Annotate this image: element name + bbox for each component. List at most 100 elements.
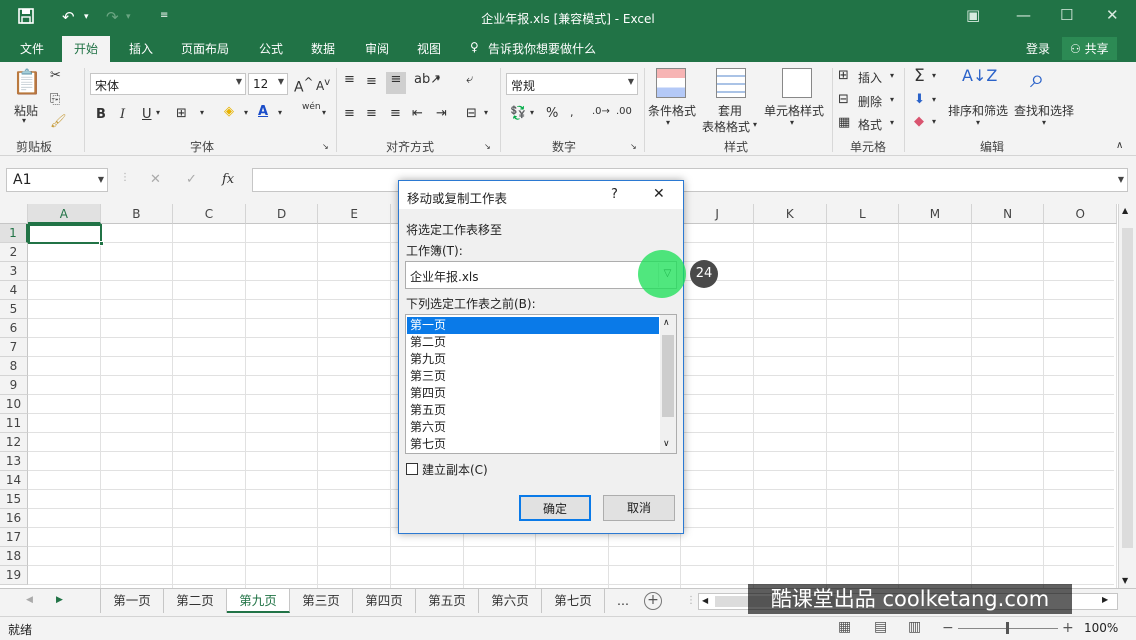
delete-dropdown-icon[interactable]: ▾ <box>890 95 894 104</box>
copy-checkbox-label[interactable]: 建立副本(C) <box>422 461 488 478</box>
workbook-select[interactable]: 企业年报.xls ▽ <box>405 261 677 289</box>
grow-font-icon[interactable]: A^ <box>294 75 313 96</box>
row-header-5[interactable]: 5 <box>0 300 28 319</box>
row-header-14[interactable]: 14 <box>0 471 28 490</box>
vertical-scrollbar[interactable]: ▲ ▼ <box>1118 204 1136 588</box>
sort-filter-icon[interactable]: A↓Z <box>962 66 997 85</box>
list-scroll-down-icon[interactable]: ∨ <box>663 439 670 449</box>
more-sheets-button[interactable]: ... <box>605 589 641 613</box>
scroll-left-icon[interactable]: ◀ <box>702 596 708 605</box>
splitter-icon[interactable]: ⋮ <box>120 172 130 183</box>
borders-dropdown-icon[interactable]: ▾ <box>200 108 204 117</box>
percent-style-button[interactable]: % <box>546 106 558 121</box>
find-select-button[interactable]: 查找和选择 <box>1014 102 1074 119</box>
scroll-down-icon[interactable]: ▼ <box>1122 576 1128 585</box>
expand-formula-icon[interactable]: ▼ <box>1118 175 1124 184</box>
clear-dropdown-icon[interactable]: ▾ <box>932 117 936 126</box>
font-color-icon[interactable]: A <box>258 104 268 119</box>
column-header-k[interactable]: K <box>754 204 827 224</box>
tab-formulas[interactable]: 公式 <box>259 40 283 57</box>
number-dialog-launcher-icon[interactable]: ↘ <box>630 142 637 151</box>
scroll-right-icon[interactable]: ▶ <box>1102 595 1108 604</box>
new-sheet-icon[interactable]: + <box>644 592 662 610</box>
fill-dropdown-icon[interactable]: ▾ <box>244 108 248 117</box>
help-button[interactable]: ? <box>611 187 618 202</box>
row-header-6[interactable]: 6 <box>0 319 28 338</box>
sort-filter-dropdown-icon[interactable]: ▾ <box>976 118 980 127</box>
format-as-table-icon[interactable] <box>716 68 746 98</box>
find-select-icon[interactable]: ⌕ <box>1030 64 1045 95</box>
collapse-ribbon-icon[interactable]: ∧ <box>1116 140 1123 151</box>
row-header-11[interactable]: 11 <box>0 414 28 433</box>
align-left-icon[interactable]: ≡ <box>344 106 355 121</box>
tab-home[interactable]: 开始 <box>62 36 111 62</box>
tab-view[interactable]: 视图 <box>417 40 441 57</box>
sheet-tab[interactable]: 第六页 <box>479 589 542 613</box>
align-bottom-icon[interactable]: ≡ <box>386 72 406 94</box>
column-header-j[interactable]: J <box>681 204 754 224</box>
page-break-view-icon[interactable]: ▥ <box>908 619 921 635</box>
increase-decimal-icon[interactable]: .0→ <box>592 106 610 117</box>
align-center-icon[interactable]: ≡ <box>366 106 377 121</box>
list-scroll-thumb[interactable] <box>662 335 674 417</box>
autosum-icon[interactable]: Σ <box>914 66 925 86</box>
delete-cells-button[interactable]: 删除 <box>858 93 882 110</box>
list-scroll-up-icon[interactable]: ∧ <box>663 318 670 328</box>
column-header-n[interactable]: N <box>971 204 1045 224</box>
row-header-10[interactable]: 10 <box>0 395 28 414</box>
minimize-icon[interactable]: — <box>1016 6 1031 24</box>
align-top-icon[interactable]: ≡ <box>344 72 355 87</box>
format-cells-button[interactable]: 格式 <box>858 116 882 133</box>
shrink-font-icon[interactable]: Av <box>316 77 330 93</box>
sheet-listbox[interactable]: 第一页 第二页 第九页 第三页 第四页 第五页 第六页 第七页 ∧ ∨ <box>405 314 677 454</box>
column-header-o[interactable]: O <box>1044 204 1117 224</box>
cancel-entry-icon[interactable]: ✕ <box>150 172 161 187</box>
prev-sheet-icon[interactable]: ◀ <box>26 595 33 605</box>
decrease-indent-icon[interactable]: ⇤ <box>412 106 423 121</box>
format-dropdown-icon[interactable]: ▾ <box>890 118 894 127</box>
next-sheet-icon[interactable]: ▶ <box>56 595 63 605</box>
increase-indent-icon[interactable]: ⇥ <box>436 106 447 121</box>
orientation-dropdown-icon[interactable]: ▾ <box>436 74 440 83</box>
column-header-e[interactable]: E <box>318 204 391 224</box>
column-header-c[interactable]: C <box>173 204 246 224</box>
tell-me-input[interactable]: 告诉我你想要做什么 <box>488 40 596 57</box>
font-color-dropdown-icon[interactable]: ▾ <box>278 108 282 117</box>
tab-data[interactable]: 数据 <box>311 40 335 57</box>
sheet-tab[interactable]: 第四页 <box>353 589 416 613</box>
underline-button[interactable]: U <box>142 107 152 122</box>
zoom-level[interactable]: 100% <box>1084 621 1118 635</box>
insert-dropdown-icon[interactable]: ▾ <box>890 71 894 80</box>
row-header-16[interactable]: 16 <box>0 509 28 528</box>
row-header-19[interactable]: 19 <box>0 566 28 585</box>
row-header-2[interactable]: 2 <box>0 243 28 262</box>
row-header-17[interactable]: 17 <box>0 528 28 547</box>
row-header-7[interactable]: 7 <box>0 338 28 357</box>
login-link[interactable]: 登录 <box>1026 40 1050 57</box>
copy-checkbox[interactable] <box>406 463 418 475</box>
close-icon[interactable]: ✕ <box>1106 6 1119 24</box>
paste-dropdown-icon[interactable]: ▾ <box>22 116 26 125</box>
copy-icon[interactable]: ⎘ <box>50 92 60 107</box>
font-dialog-launcher-icon[interactable]: ↘ <box>322 142 329 151</box>
sheet-tab[interactable]: 第七页 <box>542 589 605 613</box>
format-as-table-dropdown-icon[interactable]: ▾ <box>753 120 757 129</box>
cell-styles-icon[interactable] <box>782 68 812 98</box>
delete-cells-icon[interactable]: ⊟ <box>838 92 849 107</box>
fill-color-icon[interactable]: ◈ <box>224 104 234 119</box>
normal-view-icon[interactable]: ▦ <box>838 619 851 635</box>
italic-button[interactable]: I <box>120 107 125 122</box>
align-middle-icon[interactable]: ≡ <box>366 74 377 89</box>
number-format-select[interactable]: 常规 ▼ <box>506 73 638 95</box>
row-header-13[interactable]: 13 <box>0 452 28 471</box>
select-all-corner[interactable] <box>0 204 28 224</box>
tab-file[interactable]: 文件 <box>20 40 44 57</box>
align-right-icon[interactable]: ≡ <box>390 106 401 121</box>
accounting-dropdown-icon[interactable]: ▾ <box>530 108 534 117</box>
scroll-thumb[interactable] <box>1122 228 1133 548</box>
row-header-3[interactable]: 3 <box>0 262 28 281</box>
list-item[interactable]: 第二页 <box>407 334 659 351</box>
format-as-table-label-2[interactable]: 表格格式 <box>702 118 750 135</box>
insert-cells-icon[interactable]: ⊞ <box>838 68 849 83</box>
list-item-selected[interactable]: 第一页 <box>407 317 659 334</box>
